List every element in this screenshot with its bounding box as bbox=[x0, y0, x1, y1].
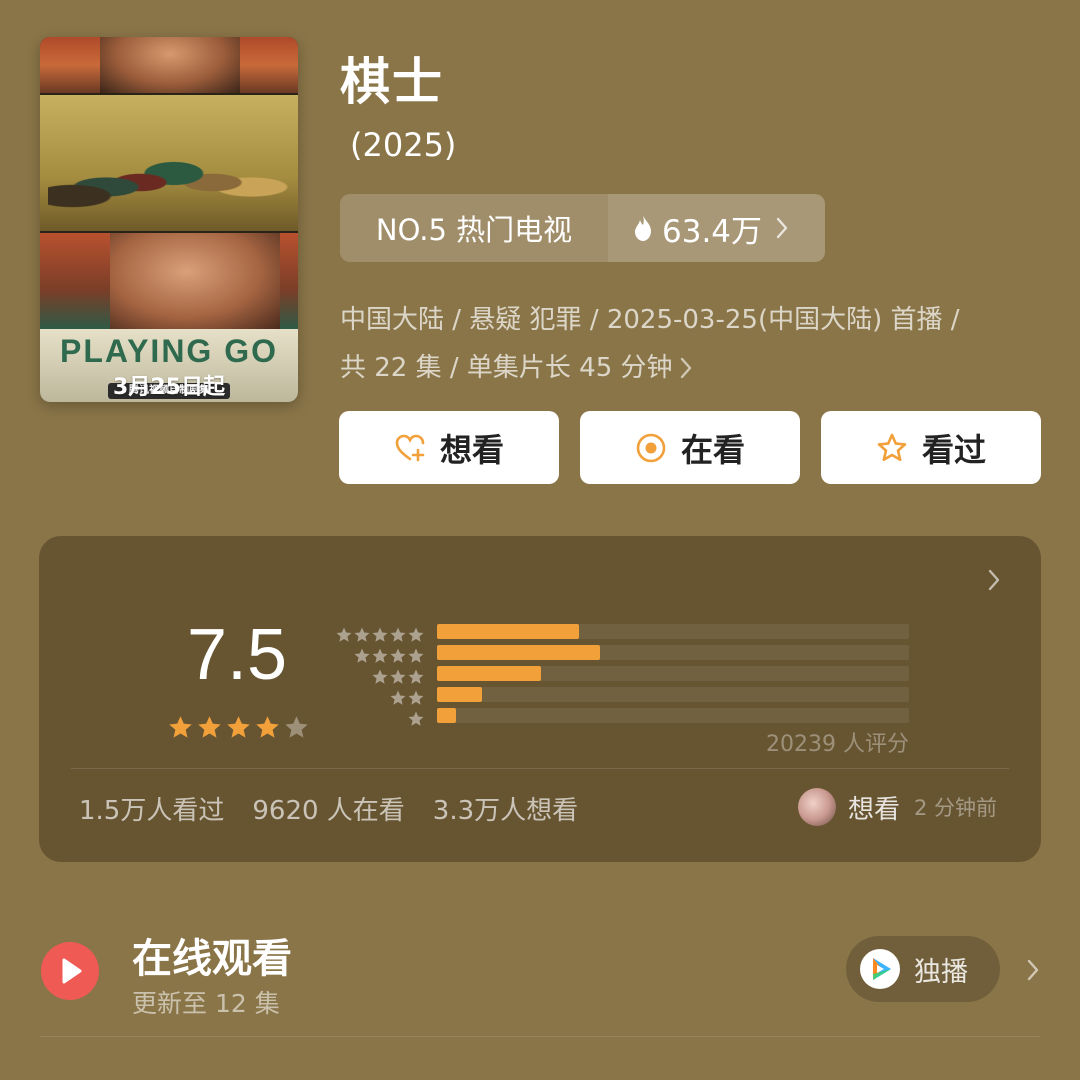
rating-card[interactable]: 7.5 20239 人评分 1.5万人看过 9620 人在看 3.3万人想看 想… bbox=[39, 536, 1041, 862]
watching-count: 9620 人在看 bbox=[252, 796, 405, 826]
poster-lower-panel bbox=[40, 233, 298, 329]
target-icon bbox=[636, 433, 666, 462]
star-icon bbox=[408, 627, 424, 642]
star-icon bbox=[390, 648, 406, 663]
star-icon bbox=[372, 669, 388, 684]
rating-count: 20239 人评分 bbox=[766, 732, 909, 757]
poster-middle-panel bbox=[40, 95, 298, 231]
meta-line-1: 中国大陆 / 悬疑 犯罪 / 2025-03-25(中国大陆) 首播 / bbox=[340, 305, 960, 335]
chevron-right-icon[interactable] bbox=[1026, 958, 1040, 982]
online-watch-title[interactable]: 在线观看 bbox=[132, 926, 292, 984]
poster-title-art: PLAYING GO bbox=[60, 333, 278, 369]
chevron-right-icon bbox=[680, 357, 691, 379]
flame-icon bbox=[635, 215, 651, 241]
distribution-star-labels bbox=[331, 624, 425, 729]
star-icon bbox=[408, 648, 424, 663]
distribution-bar bbox=[437, 666, 541, 681]
distribution-bars bbox=[437, 624, 909, 729]
star-icon bbox=[354, 627, 370, 642]
chevron-right-icon bbox=[776, 217, 788, 239]
poster-top-panel bbox=[40, 37, 298, 93]
star-label-row bbox=[331, 624, 425, 645]
release-year: (2025) bbox=[350, 126, 457, 164]
poster-date-text: 3月25日起 bbox=[113, 375, 225, 400]
star-icon bbox=[390, 627, 406, 642]
star-outline-icon bbox=[877, 433, 907, 461]
want-label: 想看 bbox=[439, 430, 504, 469]
chevron-right-icon[interactable] bbox=[987, 568, 1001, 592]
poster-image[interactable]: PLAYING GO 腾讯视频自制剧集 3月25日起 bbox=[40, 37, 298, 402]
divider bbox=[40, 1036, 1040, 1037]
recent-activity[interactable]: 想看 2 分钟前 bbox=[797, 788, 997, 826]
meta-line-2-text: 共 22 集 / 单集片长 45 分钟 bbox=[340, 353, 673, 383]
star-icon bbox=[408, 711, 424, 726]
distribution-bar-track bbox=[437, 645, 909, 660]
watch-stats: 1.5万人看过 9620 人在看 3.3万人想看 bbox=[79, 790, 578, 827]
meta-line-2: 共 22 集 / 单集片长 45 分钟 bbox=[340, 344, 1060, 392]
heat-value: 63.4万 bbox=[662, 213, 763, 250]
star-label-row bbox=[331, 645, 425, 666]
watched-count: 1.5万人看过 bbox=[79, 796, 225, 826]
rating-stars bbox=[167, 714, 310, 741]
distribution-bar bbox=[437, 645, 600, 660]
activity-label: 想看 bbox=[847, 794, 900, 825]
distribution-bar bbox=[437, 687, 482, 702]
star-icon bbox=[227, 716, 250, 738]
star-icon bbox=[390, 669, 406, 684]
rank-label: NO.5 热门电视 bbox=[340, 194, 608, 262]
heart-plus-icon bbox=[395, 434, 425, 461]
star-label-row bbox=[331, 666, 425, 687]
distribution-bar bbox=[437, 708, 456, 723]
distribution-bar-track bbox=[437, 666, 909, 681]
star-icon bbox=[408, 690, 424, 705]
star-icon bbox=[372, 627, 388, 642]
star-label-row bbox=[331, 687, 425, 708]
exclusive-badge[interactable]: 独播 bbox=[846, 936, 1000, 1002]
play-triangle bbox=[62, 958, 82, 984]
star-icon bbox=[408, 669, 424, 684]
star-icon bbox=[354, 648, 370, 663]
rating-score: 7.5 bbox=[187, 615, 288, 695]
watched-button[interactable]: 看过 bbox=[821, 411, 1041, 484]
star-icon bbox=[256, 716, 279, 738]
rank-pill[interactable]: NO.5 热门电视 63.4万 bbox=[340, 194, 825, 262]
star-icon bbox=[390, 690, 406, 705]
distribution-bar-track bbox=[437, 687, 909, 702]
play-icon[interactable] bbox=[41, 942, 99, 1000]
watching-label: 在看 bbox=[680, 430, 745, 469]
online-watch-subtitle: 更新至 12 集 bbox=[132, 989, 280, 1018]
divider bbox=[71, 768, 1009, 769]
watched-label: 看过 bbox=[921, 430, 986, 469]
star-icon bbox=[198, 716, 221, 738]
star-icon bbox=[285, 716, 308, 738]
watching-button[interactable]: 在看 bbox=[580, 411, 800, 484]
heat-section[interactable]: 63.4万 bbox=[608, 194, 825, 262]
star-icon bbox=[169, 716, 192, 738]
meta-info[interactable]: 中国大陆 / 悬疑 犯罪 / 2025-03-25(中国大陆) 首播 / 共 2… bbox=[340, 296, 1060, 392]
want-count: 3.3万人想看 bbox=[432, 796, 579, 826]
distribution-bar-track bbox=[437, 624, 909, 639]
tencent-video-icon bbox=[860, 949, 900, 989]
want-button[interactable]: 想看 bbox=[339, 411, 559, 484]
star-icon bbox=[336, 627, 352, 642]
page-title: 棋士 bbox=[340, 53, 444, 111]
distribution-bar bbox=[437, 624, 579, 639]
avatar[interactable] bbox=[797, 788, 836, 826]
star-icon bbox=[372, 648, 388, 663]
activity-time: 2 分钟前 bbox=[913, 796, 997, 820]
exclusive-label: 独播 bbox=[914, 956, 968, 988]
star-label-row bbox=[331, 708, 425, 729]
distribution-bar-track bbox=[437, 708, 909, 723]
